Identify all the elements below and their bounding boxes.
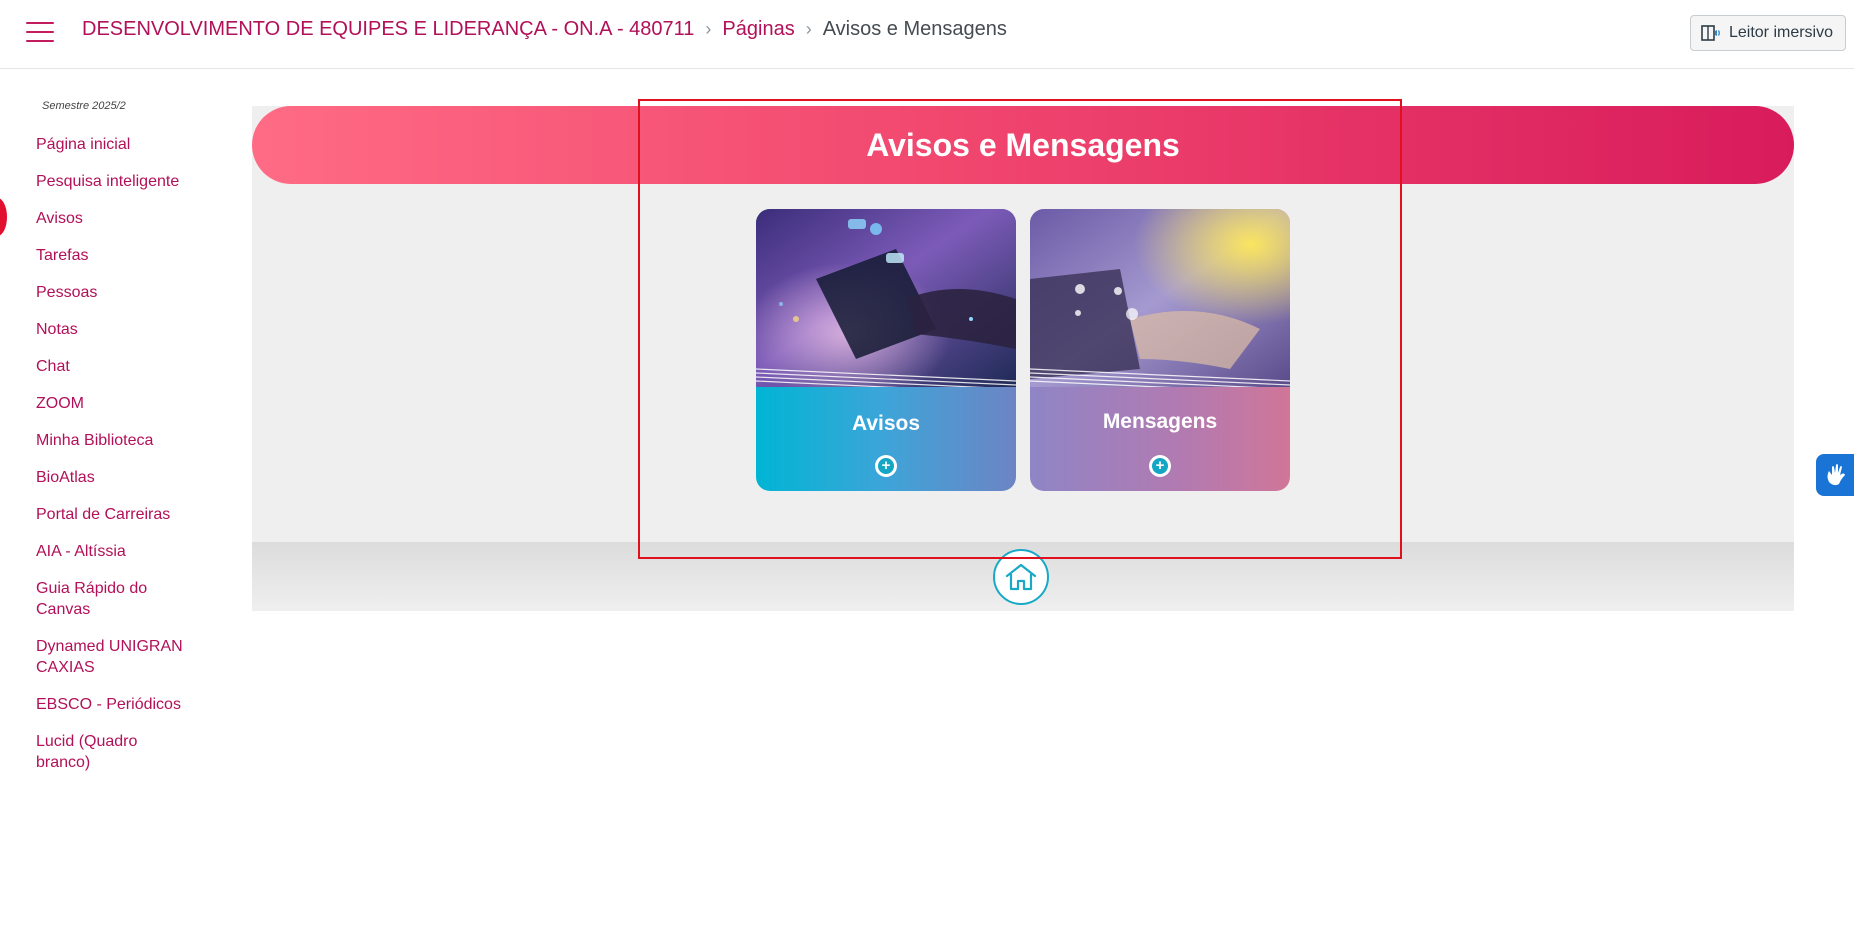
top-header: DESENVOLVIMENTO DE EQUIPES E LIDERANÇA -… xyxy=(0,0,1854,69)
sidebar-item-ebsco[interactable]: EBSCO - Periódicos xyxy=(36,694,196,715)
sidebar-item-guia-rapido[interactable]: Guia Rápido do Canvas xyxy=(36,578,196,620)
sidebar-item-tarefas[interactable]: Tarefas xyxy=(36,245,196,266)
immersive-reader-label: Leitor imersivo xyxy=(1728,24,1833,41)
breadcrumb-current: Avisos e Mensagens xyxy=(822,18,1007,40)
breadcrumb-separator-icon: › xyxy=(805,19,812,39)
sidebar-item-zoom[interactable]: ZOOM xyxy=(36,393,196,414)
sidebar-item-notas[interactable]: Notas xyxy=(36,319,196,340)
sidebar-item-pessoas[interactable]: Pessoas xyxy=(36,282,196,303)
sidebar-item-dynamed[interactable]: Dynamed UNIGRAN CAXIAS xyxy=(36,636,196,678)
sidebar-item-aia-altissia[interactable]: AIA - Altíssia xyxy=(36,541,196,562)
breadcrumb: DESENVOLVIMENTO DE EQUIPES E LIDERANÇA -… xyxy=(82,18,1007,41)
sidebar-item-portal-de-carreiras[interactable]: Portal de Carreiras xyxy=(36,504,196,525)
breadcrumb-separator-icon: › xyxy=(705,19,712,39)
vlibras-accessibility-icon[interactable] xyxy=(1816,454,1854,496)
semester-label: Semestre 2025/2 xyxy=(42,100,126,112)
course-navigation: Página inicial Pesquisa inteligente Avis… xyxy=(36,134,196,789)
home-icon-glyph xyxy=(1005,563,1037,591)
selection-highlight xyxy=(638,99,1402,559)
sidebar-item-pagina-inicial[interactable]: Página inicial xyxy=(36,134,196,155)
menu-toggle-icon[interactable] xyxy=(26,22,54,46)
active-indicator xyxy=(0,198,7,236)
sidebar-item-chat[interactable]: Chat xyxy=(36,356,196,377)
breadcrumb-course-link[interactable]: DESENVOLVIMENTO DE EQUIPES E LIDERANÇA -… xyxy=(82,18,694,41)
immersive-reader-button[interactable]: Leitor imersivo xyxy=(1689,15,1846,51)
breadcrumb-pages-link[interactable]: Páginas xyxy=(722,18,794,41)
hand-sign-icon xyxy=(1827,464,1845,486)
sidebar-item-lucid[interactable]: Lucid (Quadro branco) xyxy=(36,731,196,773)
sidebar-item-minha-biblioteca[interactable]: Minha Biblioteca xyxy=(36,430,196,451)
sidebar-item-avisos[interactable]: Avisos xyxy=(36,208,196,229)
immersive-reader-icon xyxy=(1701,25,1720,41)
sidebar-item-pesquisa-inteligente[interactable]: Pesquisa inteligente xyxy=(36,171,196,192)
sidebar-item-bioatlas[interactable]: BioAtlas xyxy=(36,467,196,488)
